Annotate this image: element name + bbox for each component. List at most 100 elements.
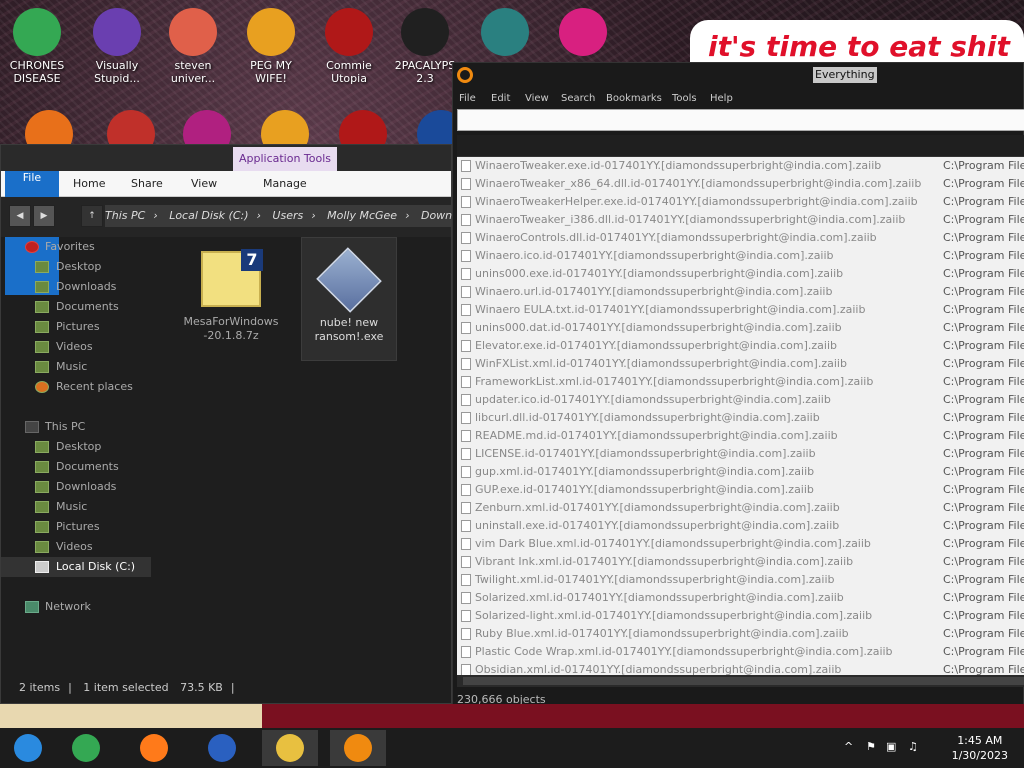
result-row[interactable]: gup.xml.id-017401YY.[diamondssuperbright… [457,463,1024,481]
nav-fav-recent[interactable]: Recent places [1,377,151,397]
nav-this-pc[interactable]: This PC [1,417,151,437]
crumb-users[interactable]: Users [272,209,303,222]
menu-edit[interactable]: Edit [491,93,510,104]
result-row[interactable]: Ruby Blue.xml.id-017401YY.[diamondssuper… [457,625,1024,643]
nav-pc-videos[interactable]: Videos [1,537,151,557]
crumb-local-disk[interactable]: Local Disk (C:) [169,209,248,222]
result-row[interactable]: Winaero.url.id-017401YY.[diamondssuperbr… [457,283,1024,301]
result-path: C:\Program File [943,573,1024,586]
column-header[interactable] [457,135,1024,157]
file-icon [461,556,471,568]
explorer-taskbar[interactable] [262,730,318,766]
forward-button[interactable]: ▶ [33,205,55,227]
nav-fav-desktop[interactable]: Desktop [1,257,151,277]
desktop-icon[interactable]: Commie Utopia [314,8,384,85]
nav-fav-pictures[interactable]: Pictures [1,317,151,337]
menu-tools[interactable]: Tools [672,93,697,104]
result-row[interactable]: README.md.id-017401YY.[diamondssuperbrig… [457,427,1024,445]
breadcrumb[interactable]: This PC › Local Disk (C:) › Users › Molly M… [105,205,453,227]
result-row[interactable]: Solarized-light.xml.id-017401YY.[diamond… [457,607,1024,625]
wallpaper-strip-yellow [0,704,262,730]
nav-favorites[interactable]: Favorites [1,237,151,257]
nav-fav-videos[interactable]: Videos [1,337,151,357]
result-row[interactable]: WinaeroControls.dll.id-017401YY.[diamond… [457,229,1024,247]
nav-fav-documents[interactable]: Documents [1,297,151,317]
menu-bookmarks[interactable]: Bookmarks [606,93,662,104]
result-row[interactable]: WinaeroTweaker_i386.dll.id-017401YY.[dia… [457,211,1024,229]
nav-local-disk[interactable]: Local Disk (C:) [1,557,151,577]
result-row[interactable]: unins000.dat.id-017401YY.[diamondssuperb… [457,319,1024,337]
nav-pc-music[interactable]: Music [1,497,151,517]
result-row[interactable]: Solarized.xml.id-017401YY.[diamondssuper… [457,589,1024,607]
result-row[interactable]: updater.ico.id-017401YY.[diamondssuperbr… [457,391,1024,409]
nav-pc-desktop[interactable]: Desktop [1,437,151,457]
tab-view[interactable]: View [191,171,217,197]
result-row[interactable]: vim Dark Blue.xml.id-017401YY.[diamondss… [457,535,1024,553]
network-tray-icon[interactable]: ▣ [886,740,896,753]
result-row[interactable]: WinFXList.xml.id-017401YY.[diamondssuper… [457,355,1024,373]
desktop-icon[interactable]: steven univer... [158,8,228,85]
result-row[interactable]: Elevator.exe.id-017401YY.[diamondssuperb… [457,337,1024,355]
result-row[interactable]: Winaero.ico.id-017401YY.[diamondssuperbr… [457,247,1024,265]
result-row[interactable]: Twilight.xml.id-017401YY.[diamondssuperb… [457,571,1024,589]
crumb-user[interactable]: Molly McGee [327,209,397,222]
menu-search[interactable]: Search [561,93,595,104]
menu-help[interactable]: Help [710,93,733,104]
menu-view[interactable]: View [525,93,549,104]
nav-pc-downloads[interactable]: Downloads [1,477,151,497]
clock[interactable]: 1:45 AM 1/30/2023 [952,733,1008,763]
start-button[interactable] [0,730,56,766]
file-item-selected[interactable]: nube! new ransom!.exe [301,237,397,361]
everything-taskbar[interactable] [330,730,386,766]
firefox-taskbar[interactable] [126,730,182,766]
result-filename: Twilight.xml.id-017401YY.[diamondssuperb… [475,573,835,586]
result-row[interactable]: uninstall.exe.id-017401YY.[diamondssuper… [457,517,1024,535]
desktop-icon[interactable]: Visually Stupid... [82,8,152,85]
result-row[interactable]: WinaeroTweaker_x86_64.dll.id-017401YY.[d… [457,175,1024,193]
horizontal-scrollbar[interactable] [457,675,1024,687]
result-row[interactable]: GUP.exe.id-017401YY.[diamondssuperbright… [457,481,1024,499]
result-row[interactable]: libcurl.dll.id-017401YY.[diamondssuperbr… [457,409,1024,427]
scrollbar-thumb[interactable] [463,677,1024,685]
application-tools-tab[interactable]: Application Tools [233,147,337,171]
result-row[interactable]: Plastic Code Wrap.xml.id-017401YY.[diamo… [457,643,1024,661]
nav-fav-music[interactable]: Music [1,357,151,377]
crumb-downloads[interactable]: Down [421,209,452,222]
result-row[interactable]: Vibrant Ink.xml.id-017401YY.[diamondssup… [457,553,1024,571]
result-row[interactable]: Zenburn.xml.id-017401YY.[diamondssuperbr… [457,499,1024,517]
desktop-icon[interactable] [470,8,540,59]
result-row[interactable]: FrameworkList.xml.id-017401YY.[diamondss… [457,373,1024,391]
result-row[interactable]: WinaeroTweakerHelper.exe.id-017401YY.[di… [457,193,1024,211]
search-input[interactable] [458,110,1024,130]
pegasus-icon [247,8,295,56]
file-item[interactable]: 7 MesaForWindows-20.1.8.7z [183,237,279,361]
result-row[interactable]: WinaeroTweaker.exe.id-017401YY.[diamonds… [457,157,1024,175]
desktop-icon[interactable] [548,8,618,59]
back-button[interactable]: ◀ [9,205,31,227]
result-row[interactable]: LICENSE.id-017401YY.[diamondssuperbright… [457,445,1024,463]
obama-taskbar[interactable] [194,730,250,766]
volume-icon[interactable]: ♫ [908,740,918,753]
up-button[interactable]: ↑ [81,205,103,227]
chrome-taskbar[interactable] [58,730,114,766]
desktop-icon[interactable]: PEG MY WIFE! [236,8,306,85]
nav-pc-documents[interactable]: Documents [1,457,151,477]
flag-icon[interactable]: ⚑ [866,740,876,753]
chevron-up-icon[interactable]: ^ [844,740,853,753]
nav-pc-pictures[interactable]: Pictures [1,517,151,537]
result-row[interactable]: unins000.exe.id-017401YY.[diamondssuperb… [457,265,1024,283]
desktop-icon[interactable]: 2PACALYPS 2.3 [390,8,460,85]
tab-home[interactable]: Home [73,171,105,197]
nav-fav-downloads[interactable]: Downloads [1,277,151,297]
everything-titlebar[interactable]: Everything [453,63,1023,89]
nav-network[interactable]: Network [1,597,151,617]
result-row[interactable]: Obsidian.xml.id-017401YY.[diamondssuperb… [457,661,1024,675]
result-path: C:\Program File [943,663,1024,675]
desktop-icon-label: steven univer... [170,59,216,85]
tab-manage[interactable]: Manage [263,171,307,197]
crumb-this-pc[interactable]: This PC [105,209,145,222]
desktop-icon[interactable]: CHRONES DISEASE [2,8,72,85]
menu-file[interactable]: File [459,93,476,104]
result-row[interactable]: Winaero EULA.txt.id-017401YY.[diamondssu… [457,301,1024,319]
tab-share[interactable]: Share [131,171,163,197]
